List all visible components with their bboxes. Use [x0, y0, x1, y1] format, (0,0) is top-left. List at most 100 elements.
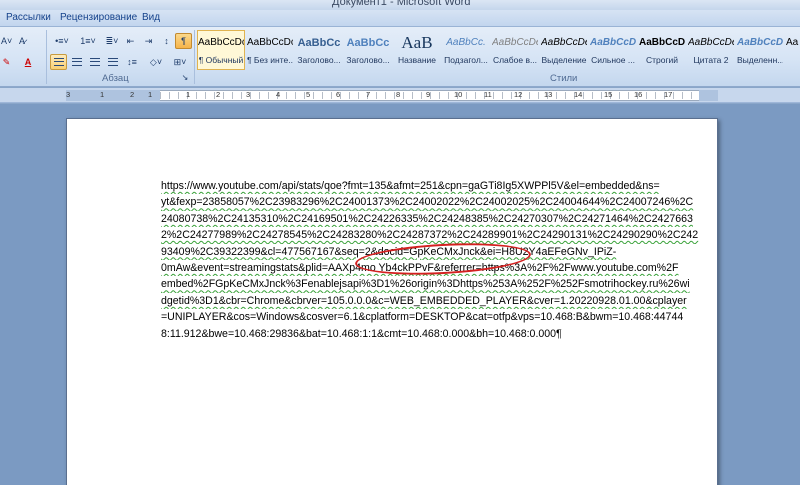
- style-sample: AaBbCcDe: [541, 37, 587, 48]
- style-quote-2[interactable]: AaBbCcDe Цитата 2: [687, 30, 735, 70]
- style-title[interactable]: AaB Название: [393, 30, 441, 70]
- group-divider: [194, 30, 195, 84]
- decrease-indent-icon[interactable]: ⇤: [122, 33, 139, 49]
- ruler-number: 1: [186, 90, 191, 99]
- style-emphasis[interactable]: AaBbCcDe Выделение: [540, 30, 588, 70]
- document-page[interactable]: https://www.youtube.com/api/stats/qoe?fm…: [66, 118, 718, 485]
- style-sample: AaBbCc.: [446, 37, 486, 48]
- ruler-number: 1: [148, 90, 153, 99]
- style-partial[interactable]: AaBbC: [785, 30, 800, 70]
- style-sample: AaBbCc: [297, 37, 341, 49]
- style-name: Цитата 2: [693, 55, 729, 65]
- styles-group-label: Стили: [550, 73, 578, 84]
- shading-icon[interactable]: ◇˅: [145, 54, 167, 70]
- ruler-number: 11: [484, 90, 492, 99]
- ruler-number: 5: [306, 90, 311, 99]
- style-name: Слабое в...: [492, 55, 538, 65]
- ruler-number: 9: [426, 90, 431, 99]
- clear-formatting-icon[interactable]: A̷: [14, 33, 30, 49]
- document-line: yt&fexp=23858057%2C23983296%2C24001373%2…: [161, 196, 694, 209]
- style-name: ¶ Без инте...: [247, 55, 293, 65]
- title-bar: Документ1 - Microsoft Word: [0, 0, 800, 10]
- style-name: Заголово...: [346, 55, 390, 65]
- line-spacing-icon[interactable]: ↕≡: [122, 54, 142, 70]
- window-title: Документ1 - Microsoft Word: [332, 0, 471, 8]
- style-subtle-emphasis[interactable]: AaBbCcDe Слабое в...: [491, 30, 539, 70]
- ruler-number: 17: [664, 90, 673, 99]
- style-strong[interactable]: AaBbCcDe Строгий: [638, 30, 686, 70]
- style-name: Название: [398, 55, 436, 65]
- style-name: Строгий: [645, 55, 679, 65]
- style-sample: AaBbCcDe: [639, 37, 685, 48]
- style-sample: AaB: [401, 33, 433, 52]
- document-line: dgetid%3D1&cbr=Chrome&cbrver=105.0.0.0&c…: [161, 294, 687, 307]
- ruler-number: 2: [216, 90, 221, 99]
- style-sample: AaBbCcDe: [737, 37, 783, 48]
- ruler-number: 3: [66, 90, 71, 99]
- style-intense-emphasis[interactable]: AaBbCcDe Сильное ...: [589, 30, 637, 70]
- document-line: 8:11.912&bwe=10.468:29836&bat=10.468:1:1…: [161, 327, 562, 340]
- ruler-left-margin: [66, 90, 160, 101]
- document-line: =UNIPLAYER&cos=Windows&cosver=6.1&cplatf…: [161, 311, 684, 324]
- style-name: Сильное ...: [591, 55, 635, 65]
- ribbon-tabs: Рассылки Рецензирование Вид: [0, 10, 800, 27]
- ruler-number: 3: [246, 90, 251, 99]
- font-color-icon[interactable]: A: [20, 54, 36, 70]
- style-intense-quote[interactable]: AaBbCcDe Выделенн...: [736, 30, 784, 70]
- bullets-icon[interactable]: •≡˅: [50, 33, 74, 49]
- style-normal[interactable]: AaBbCcDc ¶ Обычный: [197, 30, 245, 70]
- highlight-color-icon[interactable]: ✎: [0, 54, 13, 70]
- borders-icon[interactable]: ⊞˅: [169, 54, 191, 70]
- styles-gallery: AaBbCcDc ¶ Обычный AaBbCcDc ¶ Без инте..…: [197, 30, 800, 70]
- group-divider: [46, 30, 47, 84]
- style-sample: AaBbCc: [346, 37, 390, 49]
- paragraph-group-label: Абзац: [102, 73, 129, 84]
- ruler-number: 10: [454, 90, 463, 99]
- style-sample: AaBbCcDe: [688, 37, 734, 48]
- ruler-number: 6: [336, 90, 341, 99]
- style-name: Выделенн...: [737, 55, 783, 65]
- style-sample: AaBbCcDe: [492, 37, 538, 48]
- ruler-number: 4: [276, 90, 281, 99]
- ruler-right-margin: [699, 90, 718, 101]
- document-line: 2%2C24277989%2C24278545%2C24283280%2C242…: [161, 229, 699, 242]
- style-name: Подзагол...: [444, 55, 488, 65]
- ruler-number: 13: [544, 90, 553, 99]
- style-name: Выделение: [541, 55, 587, 65]
- ruler-number: 8: [396, 90, 401, 99]
- style-no-spacing[interactable]: AaBbCcDc ¶ Без инте...: [246, 30, 294, 70]
- style-name: Заголово...: [297, 55, 341, 65]
- document-line: 24080738%2C24135310%2C24169501%2C2422633…: [161, 212, 693, 225]
- multilevel-list-icon[interactable]: ≣˅: [102, 33, 122, 49]
- paragraph-dialog-launcher-icon[interactable]: ↘: [180, 72, 190, 83]
- ruler-number: 14: [574, 90, 583, 99]
- style-heading-2[interactable]: AaBbCc Заголово...: [344, 30, 392, 70]
- align-right-icon[interactable]: [86, 54, 103, 70]
- style-sample: AaBbCcDc: [247, 37, 293, 48]
- ruler-number: 12: [514, 90, 523, 99]
- document-line: embed%2FGpKeCMxJnck%3Fenablejsapi%3D1%26…: [161, 278, 690, 291]
- document-workspace: https://www.youtube.com/api/stats/qoe?fm…: [0, 104, 800, 485]
- align-left-icon[interactable]: [50, 54, 67, 70]
- justify-icon[interactable]: [104, 54, 121, 70]
- ruler-number: 15: [604, 90, 613, 99]
- ruler-number: 16: [634, 90, 643, 99]
- horizontal-ruler[interactable]: 3 1 2 1 1 2 3 4 5 6 7 8 9 10 11 12 13 14…: [0, 88, 800, 103]
- align-center-icon[interactable]: [68, 54, 85, 70]
- ruler-number: 1: [100, 90, 105, 99]
- style-sample: AaBbCcDe: [590, 37, 636, 48]
- document-line: https://www.youtube.com/api/stats/qoe?fm…: [161, 180, 660, 192]
- tab-view[interactable]: Вид: [142, 12, 160, 23]
- tab-mailings[interactable]: Рассылки: [6, 12, 51, 23]
- ruler-number: 2: [130, 90, 135, 99]
- ruler-number: 7: [366, 90, 371, 99]
- increase-indent-icon[interactable]: ⇥: [140, 33, 157, 49]
- tab-review[interactable]: Рецензирование: [60, 12, 137, 23]
- style-subtitle[interactable]: AaBbCc. Подзагол...: [442, 30, 490, 70]
- show-marks-icon[interactable]: ¶: [175, 33, 192, 49]
- numbering-icon[interactable]: 1≡˅: [76, 33, 100, 49]
- style-heading-1[interactable]: AaBbCc Заголово...: [295, 30, 343, 70]
- sort-icon[interactable]: ↕: [158, 33, 175, 49]
- change-case-icon[interactable]: A˅: [0, 33, 13, 49]
- style-name: ¶ Обычный: [198, 55, 244, 65]
